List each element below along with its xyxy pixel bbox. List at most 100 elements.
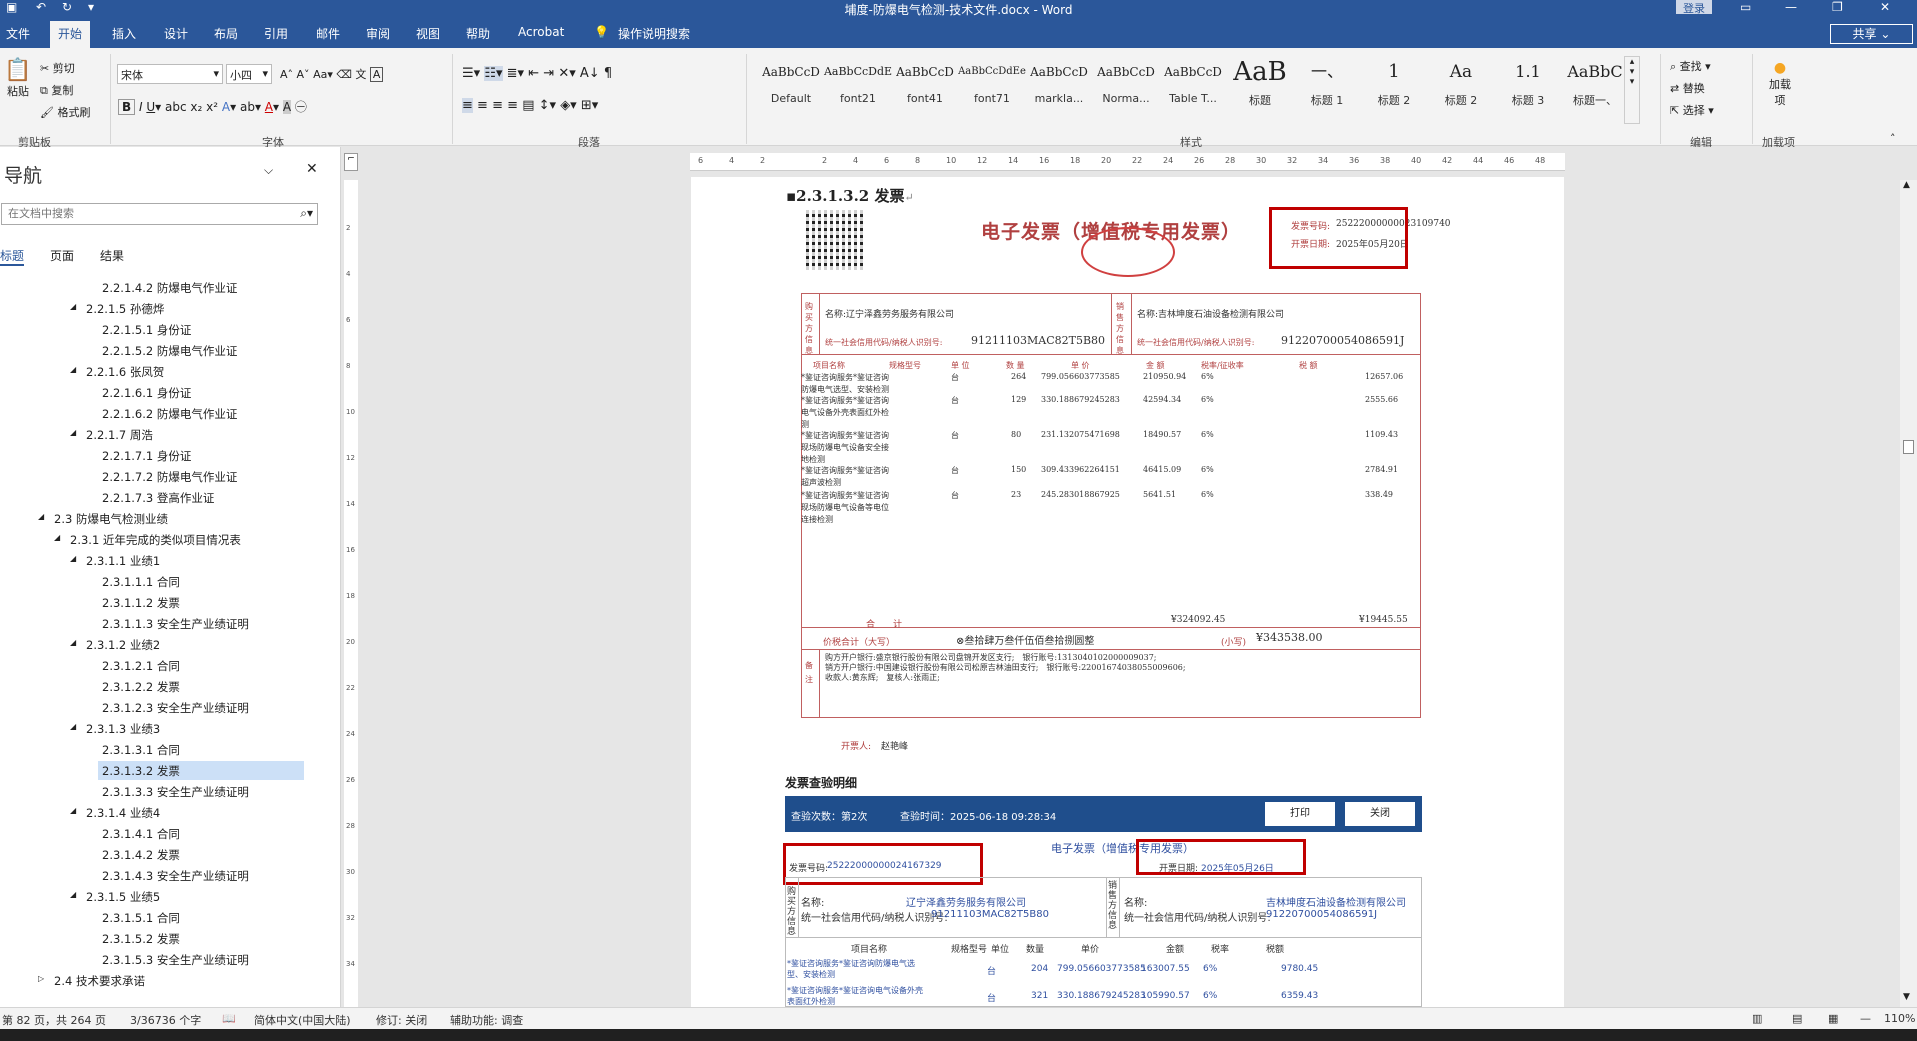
vertical-scrollbar[interactable]: ▲ ▼ — [1900, 180, 1917, 1007]
tab-insert[interactable]: 插入 — [112, 25, 136, 42]
nav-heading-item[interactable]: 2.3.1.4.3 安全生产业绩证明 — [102, 868, 249, 884]
tab-mailings[interactable]: 邮件 — [316, 25, 340, 42]
style-item[interactable]: AaBbCcD font41 — [890, 56, 960, 124]
select-button[interactable]: ⇱ 选择 ▾ — [1670, 102, 1714, 118]
style-item[interactable]: AaBbC 标题一、 — [1560, 56, 1630, 124]
nav-heading-item[interactable]: 2.3.1.1.2 发票 — [102, 595, 180, 611]
line-spacing-icon[interactable]: ↕▾ — [539, 98, 556, 113]
accessibility[interactable]: 辅助功能: 调查 — [450, 1012, 523, 1028]
format-painter-button[interactable]: 🖌 格式刷 — [40, 104, 90, 120]
tab-selector[interactable]: ⌐ — [344, 153, 358, 171]
font-name-combo[interactable]: 宋体 ▾ — [117, 64, 223, 84]
zoom-slider[interactable]: — — [1860, 1012, 1871, 1025]
print-layout-icon[interactable]: ▤ — [1792, 1012, 1802, 1025]
nav-heading-item[interactable]: 2.2.1.7 周浩 — [86, 427, 153, 443]
justify-icon[interactable]: ≡ — [507, 98, 518, 113]
vertical-ruler[interactable]: 2 4 6 8 10 12 14 16 18 20 22 24 26 28 30 32 34 — [344, 180, 358, 1010]
nav-tab-results[interactable]: 结果 — [100, 247, 124, 264]
tab-review[interactable]: 审阅 — [366, 25, 390, 42]
nav-heading-item[interactable]: 2.2.1.6.1 身份证 — [102, 385, 191, 401]
style-item[interactable]: 一、 标题 1 — [1292, 56, 1362, 124]
replace-button[interactable]: ⇄ 替换 — [1670, 80, 1705, 96]
nav-heading-item[interactable]: 2.3.1.4 业绩4 — [86, 805, 160, 821]
read-mode-icon[interactable]: ▥ — [1752, 1012, 1762, 1025]
nav-tab-pages[interactable]: 页面 — [50, 247, 74, 264]
nav-heading-item[interactable]: 2.2.1.4.2 防爆电气作业证 — [102, 280, 237, 296]
borders-icon[interactable]: ⊞▾ — [581, 98, 598, 113]
nav-heading-item[interactable]: 2.3.1.4.2 发票 — [102, 847, 180, 863]
collapse-arrow-icon[interactable]: ◢ — [70, 638, 76, 647]
nav-heading-item[interactable]: 2.2.1.5.2 防爆电气作业证 — [102, 343, 237, 359]
close-window-icon[interactable]: ✕ — [1880, 0, 1890, 14]
collapse-arrow-icon[interactable]: ◢ — [70, 302, 76, 311]
collapse-arrow-icon[interactable]: ◢ — [54, 533, 60, 542]
clear-format-icon[interactable]: ⌫ — [336, 68, 352, 81]
style-item[interactable]: 1.1 标题 3 — [1493, 56, 1563, 124]
superscript-icon[interactable]: x² — [206, 100, 218, 114]
close-icon[interactable]: ✕ — [306, 161, 318, 177]
numbering-icon[interactable]: ☷▾ — [484, 66, 503, 81]
track-changes[interactable]: 修订: 关闭 — [376, 1012, 427, 1028]
sort-icon[interactable]: A↓ — [580, 66, 600, 81]
nav-heading-item[interactable]: 2.3.1 近年完成的类似项目情况表 — [70, 532, 241, 548]
nav-heading-item[interactable]: 2.2.1.6.2 防爆电气作业证 — [102, 406, 237, 422]
nav-heading-item[interactable]: 2.3.1.4.1 合同 — [102, 826, 180, 842]
increase-indent-icon[interactable]: ⇥ — [543, 66, 554, 81]
language[interactable]: 简体中文(中国大陆) — [254, 1012, 351, 1028]
shading-icon[interactable]: ◈▾ — [560, 98, 577, 113]
nav-heading-item[interactable]: 2.2.1.6 张凤贺 — [86, 364, 164, 380]
style-item[interactable]: AaBbCcD Norma... — [1091, 56, 1161, 124]
scroll-down-icon[interactable]: ▼ — [1903, 992, 1910, 1002]
align-right-icon[interactable]: ≡ — [492, 98, 503, 113]
underline-icon[interactable]: U — [146, 100, 155, 114]
word-count[interactable]: 3/36736 个字 — [130, 1012, 201, 1028]
nav-heading-item[interactable]: 2.3.1.2.2 发票 — [102, 679, 180, 695]
tab-design[interactable]: 设计 — [164, 25, 188, 42]
collapse-arrow-icon[interactable]: ◢ — [38, 512, 44, 521]
tell-me-search[interactable]: 操作说明搜索 — [618, 25, 690, 42]
nav-heading-item[interactable]: 2.3 防爆电气检测业绩 — [54, 511, 168, 527]
restore-icon[interactable]: ❐ — [1832, 0, 1843, 14]
addins-button[interactable]: ● 加载项 — [1762, 60, 1798, 108]
tab-home[interactable]: 开始 — [50, 21, 91, 48]
nav-heading-item[interactable]: 2.3.1.3.1 合同 — [102, 742, 180, 758]
nav-heading-item[interactable]: 2.3.1.1.1 合同 — [102, 574, 180, 590]
char-border-icon[interactable]: A — [369, 67, 384, 82]
nav-heading-item[interactable]: 2.3.1.5.2 发票 — [102, 931, 180, 947]
font-color-icon[interactable]: A — [265, 100, 273, 114]
expand-arrow-icon[interactable]: ▷ — [38, 974, 44, 983]
chinese-layout-icon[interactable]: ✕▾ — [558, 66, 575, 81]
align-center-icon[interactable]: ≡ — [477, 98, 488, 113]
collapse-arrow-icon[interactable]: ◢ — [70, 554, 76, 563]
minimize-icon[interactable]: — — [1785, 0, 1797, 14]
styles-scroll[interactable]: ▴ ▾ ▾ — [1624, 56, 1640, 124]
highlight-icon[interactable]: ab — [240, 100, 255, 114]
list-buttons[interactable]: ☰▾ ☷▾ ≣▾ ⇤ ⇥ ✕▾ A↓ ¶ — [462, 66, 612, 81]
search-icon[interactable]: ⌕▾ — [300, 206, 313, 221]
nav-search-input[interactable] — [2, 204, 282, 223]
scroll-thumb[interactable] — [1903, 440, 1914, 454]
document-page[interactable]: ▪2.3.1.3.2 发票↵ 电子发票（增值税专用发票） 发票号码: 25222… — [691, 177, 1564, 1007]
close-button[interactable]: 关闭 — [1345, 802, 1415, 826]
align-left-icon[interactable]: ≡ — [462, 98, 473, 113]
font-size-combo[interactable]: 小四 ▾ — [226, 64, 272, 84]
bold-icon[interactable]: B — [118, 99, 136, 115]
nav-heading-item[interactable]: 2.3.1.2 业绩2 — [86, 637, 160, 653]
style-item[interactable]: AaB 标题 — [1225, 56, 1295, 124]
subscript-icon[interactable]: x₂ — [190, 100, 202, 114]
font-format-buttons[interactable]: B I U▾ abc x₂ x² A▾ ab▾ A▾ A ㊀ — [118, 98, 307, 115]
multilevel-icon[interactable]: ≣▾ — [507, 66, 524, 81]
web-layout-icon[interactable]: ▦ — [1828, 1012, 1838, 1025]
decrease-indent-icon[interactable]: ⇤ — [528, 66, 539, 81]
style-item[interactable]: AaBbCcD Default — [756, 56, 826, 124]
nav-heading-item[interactable]: 2.2.1.7.2 防爆电气作业证 — [102, 469, 237, 485]
paste-button[interactable]: 📋 粘贴 — [4, 58, 32, 128]
nav-search-box[interactable]: ⌕▾ — [1, 203, 318, 225]
page-count[interactable]: 第 82 页，共 264 页 — [2, 1012, 106, 1028]
font-size-buttons[interactable]: A˄ A˅ Aa▾ ⌫ 文 A — [280, 66, 384, 82]
collapse-arrow-icon[interactable]: ◢ — [70, 365, 76, 374]
tab-acrobat[interactable]: Acrobat — [518, 25, 564, 39]
cut-button[interactable]: ✂ 剪切 — [40, 60, 75, 76]
nav-heading-item[interactable]: 2.3.1.2.1 合同 — [102, 658, 180, 674]
phonetic-icon[interactable]: 文 — [355, 68, 366, 81]
